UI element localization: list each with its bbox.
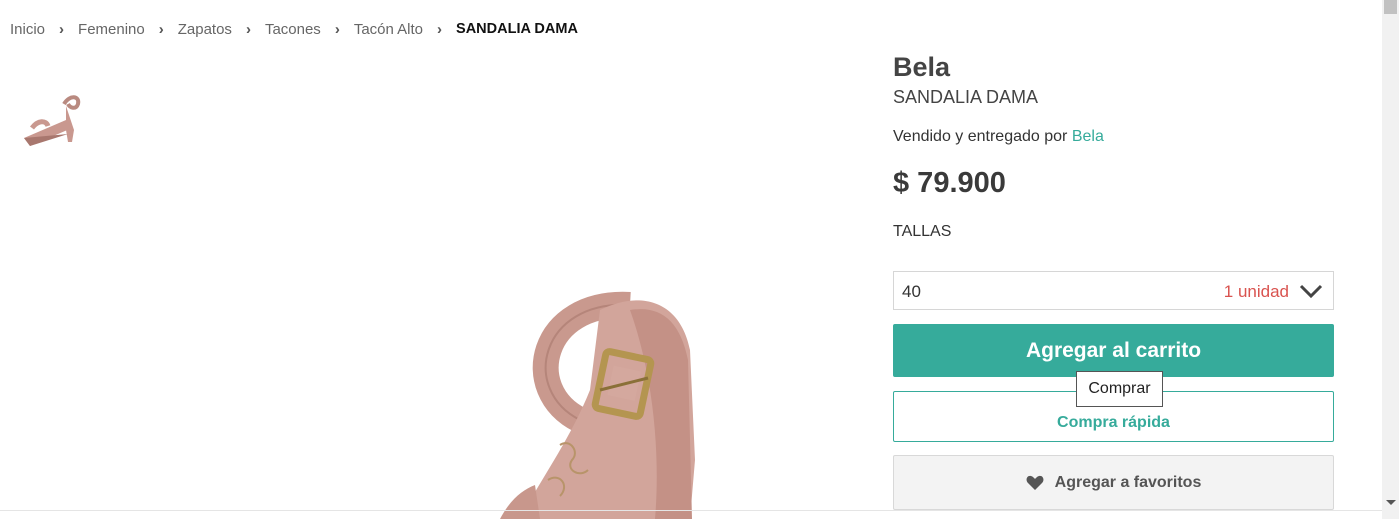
breadcrumb-item-inicio[interactable]: Inicio	[10, 21, 45, 38]
seller-prefix: Vendido y entregado por	[893, 128, 1068, 145]
chevron-down-icon	[1299, 280, 1323, 302]
breadcrumb-item-zapatos[interactable]: Zapatos	[178, 21, 232, 38]
tooltip-comprar: Comprar	[1076, 371, 1163, 407]
chevron-right-icon: ›	[334, 20, 340, 38]
heart-icon	[1026, 475, 1044, 491]
chevron-right-icon: ›	[245, 20, 251, 38]
scrollbar-thumb[interactable]	[1384, 0, 1397, 14]
vertical-scrollbar[interactable]	[1382, 0, 1399, 519]
stock-status: 1 unidad	[1223, 282, 1289, 301]
chevron-right-icon: ›	[437, 20, 443, 38]
breadcrumb-item-tacones[interactable]: Tacones	[265, 21, 321, 38]
breadcrumb-item-tacon-alto[interactable]: Tacón Alto	[354, 21, 423, 38]
chevron-right-icon: ›	[59, 20, 65, 38]
scroll-down-arrow-icon[interactable]	[1386, 500, 1396, 505]
product-brand-title: Bela	[893, 52, 951, 82]
breadcrumb-current: SANDALIA DAMA	[456, 21, 578, 37]
breadcrumb: Inicio › Femenino › Zapatos › Tacones › …	[10, 19, 578, 39]
bottom-divider	[0, 510, 1382, 511]
size-select[interactable]: 40 1 unidad	[893, 271, 1334, 310]
seller-link[interactable]: Bela	[1072, 128, 1104, 145]
add-to-cart-button[interactable]: Agregar al carrito	[893, 324, 1334, 377]
add-to-favorites-button[interactable]: Agregar a favoritos	[893, 455, 1334, 510]
product-thumbnail[interactable]	[18, 90, 84, 152]
sizes-label: TALLAS	[893, 223, 952, 240]
breadcrumb-item-femenino[interactable]: Femenino	[78, 21, 145, 38]
seller-line: Vendido y entregado por Bela	[893, 128, 1104, 146]
product-price: $ 79.900	[893, 167, 1006, 199]
product-name: SANDALIA DAMA	[893, 87, 1039, 107]
chevron-right-icon: ›	[158, 20, 164, 38]
size-select-value: 40	[902, 282, 921, 301]
product-main-image	[160, 60, 860, 519]
add-to-favorites-label: Agregar a favoritos	[1054, 473, 1202, 491]
